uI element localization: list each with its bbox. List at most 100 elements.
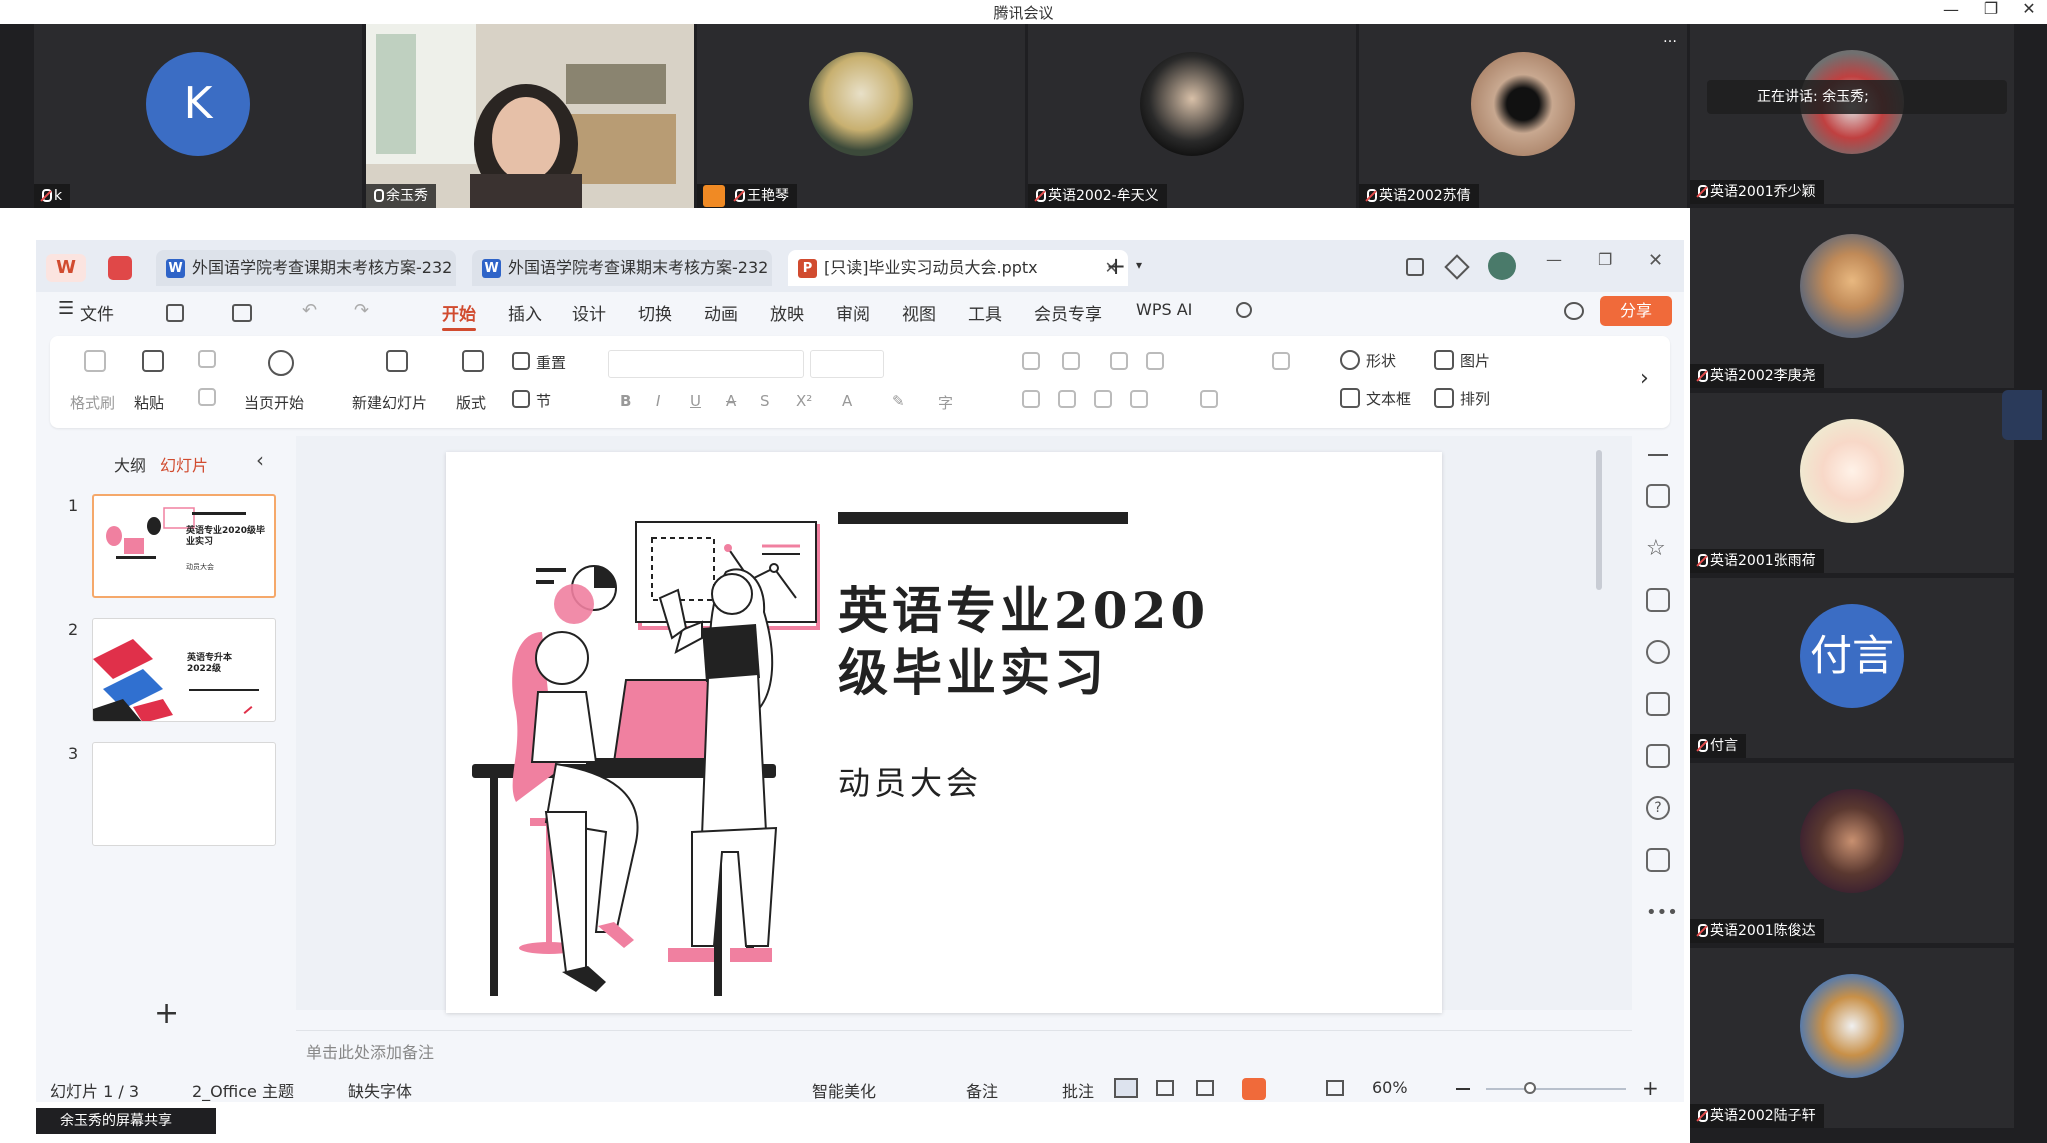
menu-review[interactable]: 审阅	[836, 300, 870, 325]
participant-tile[interactable]: 英语2002李庚尧	[1690, 208, 2014, 388]
reset-button[interactable]: 重置	[536, 352, 566, 373]
adjust-icon[interactable]	[1646, 484, 1670, 508]
zoom-level[interactable]: 60%	[1372, 1078, 1408, 1097]
font-size-select[interactable]	[810, 350, 884, 378]
reading-view-icon[interactable]	[1196, 1080, 1214, 1096]
copy-icon[interactable]	[198, 388, 216, 406]
add-slide-icon[interactable]: +	[154, 996, 179, 1031]
menu-member[interactable]: 会员专享	[1034, 300, 1102, 325]
zoom-slider-handle[interactable]	[1524, 1082, 1536, 1094]
participant-tile[interactable]: 王艳琴	[697, 24, 1025, 208]
tab-presentation[interactable]: P [只读]毕业实习动员大会.pptx ✕	[788, 250, 1128, 286]
star-icon[interactable]: ☆	[1646, 536, 1670, 561]
tab-slides[interactable]: 幻灯片	[160, 452, 208, 476]
textbox-button[interactable]: 文本框	[1366, 388, 1411, 409]
arrange-icon[interactable]	[1434, 388, 1454, 408]
chevron-down-icon[interactable]: ▾	[1136, 258, 1142, 272]
bullets-icon[interactable]	[1022, 352, 1040, 370]
layout-button[interactable]: 版式	[456, 392, 486, 413]
menu-insert[interactable]: 插入	[508, 300, 542, 325]
participant-tile[interactable]: 英语2002陆子轩	[1690, 948, 2014, 1128]
user-avatar[interactable]	[1488, 252, 1516, 280]
zoom-slider[interactable]	[1486, 1088, 1626, 1090]
section-icon[interactable]	[512, 390, 530, 408]
arrange-button[interactable]: 排列	[1460, 388, 1490, 409]
participant-tile[interactable]: 英语2001陈俊达	[1690, 763, 2014, 943]
redo-icon[interactable]: ↷	[354, 300, 369, 321]
menu-view[interactable]: 视图	[902, 300, 936, 325]
fit-window-icon[interactable]	[1326, 1080, 1344, 1096]
normal-view-icon[interactable]	[1114, 1078, 1138, 1098]
cut-icon[interactable]	[198, 350, 216, 368]
bold-icon[interactable]: B	[620, 392, 631, 410]
reset-icon[interactable]	[512, 352, 530, 370]
help-icon[interactable]: ?	[1646, 796, 1670, 820]
font-family-select[interactable]	[608, 350, 804, 378]
slide-title[interactable]: 英语专业2020 级毕业实习	[838, 580, 1209, 704]
numbering-icon[interactable]	[1062, 352, 1080, 370]
align-left-icon[interactable]	[1022, 390, 1040, 408]
strikethrough-icon[interactable]: A	[726, 392, 736, 410]
notes-area[interactable]: 单击此处添加备注	[296, 1030, 1632, 1070]
indent-increase-icon[interactable]	[1146, 352, 1164, 370]
save-icon[interactable]	[166, 304, 184, 322]
paste-label[interactable]: 粘贴	[134, 392, 164, 413]
menu-file[interactable]: 文件	[80, 300, 114, 325]
beautify-icon[interactable]	[1646, 640, 1670, 664]
participant-tile[interactable]: 付言 付言	[1690, 578, 2014, 758]
phonetic-icon[interactable]: 字	[938, 392, 953, 413]
text-direction-icon[interactable]	[1272, 352, 1290, 370]
tools-icon[interactable]	[1646, 692, 1670, 716]
minimize-icon[interactable]: —	[1936, 0, 1966, 19]
wps-logo-icon[interactable]: W	[46, 254, 86, 282]
shadow-icon[interactable]: S	[760, 392, 770, 410]
section-button[interactable]: 节	[536, 390, 551, 411]
participant-tile[interactable]: 英语2001张雨荷	[1690, 393, 2014, 573]
smart-beautify-button[interactable]: 智能美化	[812, 1078, 876, 1102]
play-icon[interactable]	[268, 350, 294, 376]
collapse-handle-icon[interactable]	[2002, 390, 2042, 440]
grid-view-icon[interactable]	[1156, 1080, 1174, 1096]
close-icon[interactable]: ✕	[1648, 250, 1663, 271]
format-painter-label[interactable]: 格式刷	[70, 392, 115, 413]
tab-document-1[interactable]: W 外国语学院考查课期末考核方案-232	[156, 250, 456, 286]
picture-button[interactable]: 图片	[1460, 350, 1490, 371]
from-current-button[interactable]: 当页开始	[244, 392, 304, 413]
play-slideshow-icon[interactable]	[1242, 1078, 1266, 1100]
line-spacing-icon[interactable]	[1200, 390, 1218, 408]
zoom-out-icon[interactable]	[1456, 1088, 1470, 1090]
notes-button[interactable]: 备注	[966, 1078, 998, 1102]
participant-tile[interactable]: 余玉秀	[366, 24, 694, 208]
layout-icon[interactable]	[462, 350, 484, 372]
menu-wps-ai[interactable]: WPS AI	[1136, 300, 1192, 319]
justify-icon[interactable]	[1130, 390, 1148, 408]
font-color-icon[interactable]: A	[842, 392, 852, 410]
textbox-icon[interactable]	[1340, 388, 1360, 408]
participant-tile[interactable]: K k	[34, 24, 362, 208]
new-tab-icon[interactable]: +	[1106, 252, 1126, 280]
comment-button[interactable]: 批注	[1062, 1078, 1094, 1102]
shape-button[interactable]: 形状	[1366, 350, 1396, 371]
vertical-scrollbar[interactable]	[1596, 450, 1602, 590]
tab-document-2[interactable]: W 外国语学院考查课期末考核方案-232	[472, 250, 772, 286]
italic-icon[interactable]: I	[656, 392, 660, 410]
menu-transition[interactable]: 切换	[638, 300, 672, 325]
undo-icon[interactable]: ↶	[302, 300, 317, 321]
book-icon[interactable]	[1646, 744, 1670, 768]
pdf-icon[interactable]	[108, 256, 132, 280]
print-icon[interactable]	[232, 304, 252, 322]
superscript-icon[interactable]: X²	[796, 392, 812, 410]
new-slide-button[interactable]: 新建幻灯片	[352, 392, 427, 413]
share-button[interactable]: 分享	[1600, 296, 1672, 326]
menu-icon[interactable]: ☰	[58, 298, 74, 319]
indent-decrease-icon[interactable]	[1110, 352, 1128, 370]
format-painter-icon[interactable]	[84, 350, 106, 372]
current-slide[interactable]: 英语专业2020 级毕业实习 动员大会	[446, 452, 1442, 1013]
menu-design[interactable]: 设计	[572, 300, 606, 325]
more-options-icon[interactable]: …	[1663, 30, 1677, 46]
search-icon[interactable]	[1236, 302, 1252, 318]
minimize-icon[interactable]: —	[1546, 250, 1562, 269]
picture-icon[interactable]	[1434, 350, 1454, 370]
zoom-in-icon[interactable]: +	[1642, 1076, 1659, 1100]
participant-tile[interactable]: 英语2001乔少颖	[1690, 24, 2014, 204]
